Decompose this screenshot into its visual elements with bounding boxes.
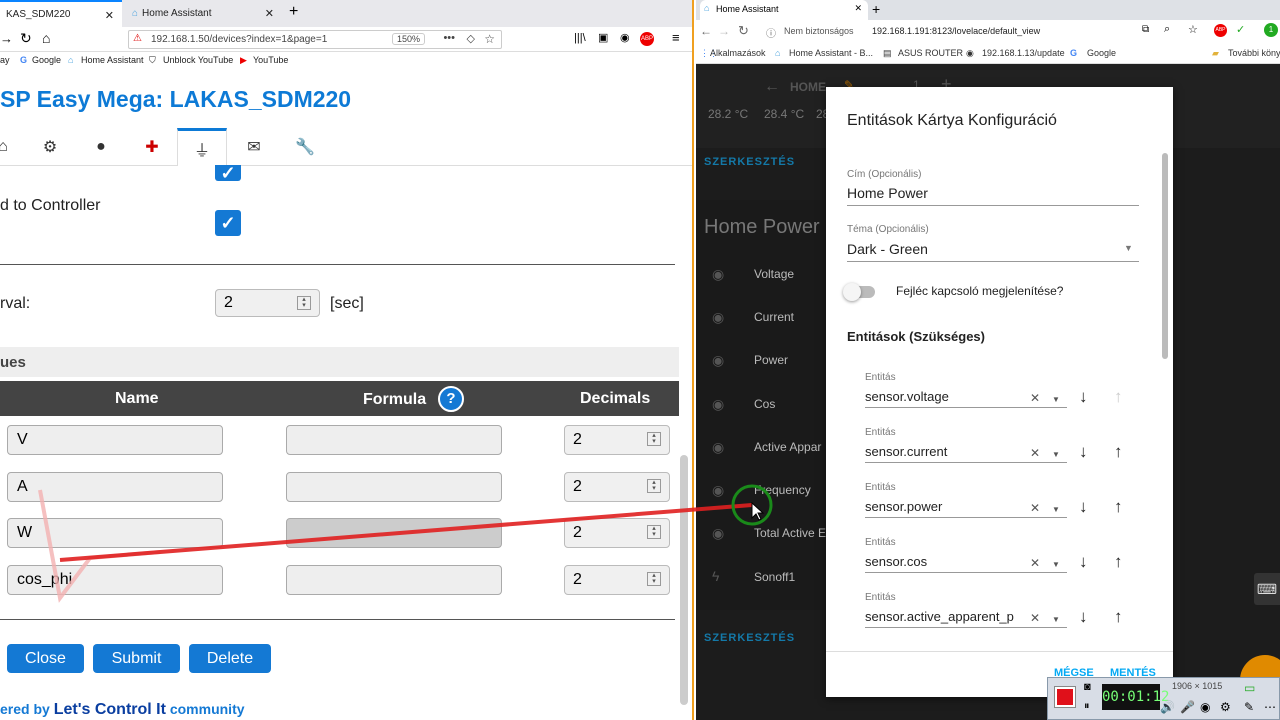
record-stop-icon <box>1057 689 1073 705</box>
annotation-arrow-line <box>59 503 753 562</box>
annotation-scribble <box>38 489 161 603</box>
record-timer: 00:01:12 <box>1102 684 1169 710</box>
webcam-icon[interactable]: ◉ <box>1200 700 1210 714</box>
screen-recorder-toolbar: ◙ ⏸ 00:01:12 1906 × 1015 🔊 🎤 ◉ ⚙ ▭ ✎ ⋯ <box>1047 677 1280 720</box>
mic-icon[interactable]: 🎤 <box>1180 700 1195 714</box>
camera-icon[interactable]: ◙ <box>1084 681 1091 693</box>
volume-icon[interactable]: 🔊 <box>1160 700 1175 714</box>
pen-icon[interactable]: ✎ <box>1244 700 1254 714</box>
cursor-icon <box>751 501 765 521</box>
more-icon[interactable]: ⋯ <box>1264 700 1276 714</box>
stop-record-button[interactable] <box>1054 686 1076 708</box>
settings-icon[interactable]: ⚙ <box>1220 700 1231 714</box>
window-icon[interactable]: ▭ <box>1244 681 1255 695</box>
record-size: 1906 × 1015 <box>1172 681 1223 691</box>
pause-icon[interactable]: ⏸ <box>1084 700 1090 713</box>
annotation-overlay <box>38 484 773 603</box>
